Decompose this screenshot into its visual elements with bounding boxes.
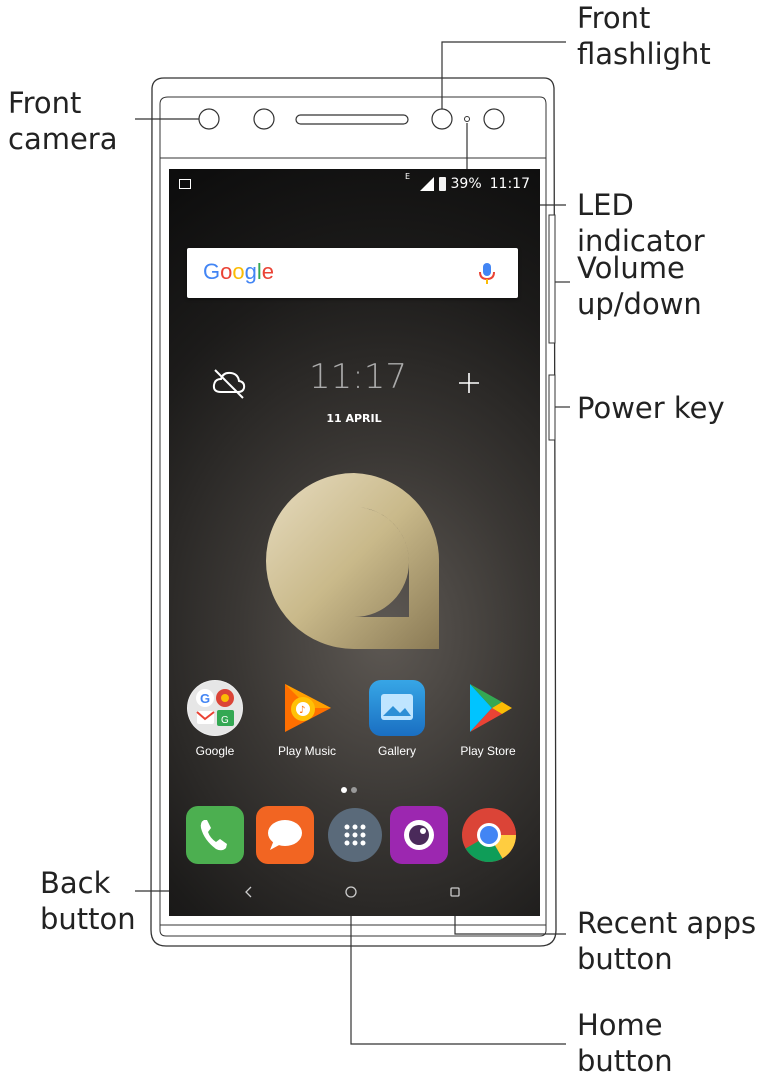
page-dot: [351, 787, 357, 793]
battery-icon: [438, 177, 446, 191]
dock-phone[interactable]: [186, 806, 244, 864]
app-label: Play Store: [460, 744, 516, 758]
back-button-icon[interactable]: [245, 886, 252, 898]
app-play-store[interactable]: Play Store: [448, 680, 528, 758]
camera-icon: [390, 806, 448, 864]
earpiece-speaker: [295, 114, 409, 125]
google-folder-icon: G G: [187, 680, 243, 736]
home-button-icon[interactable]: [345, 886, 357, 898]
phone-icon: [186, 806, 244, 864]
dock-messages[interactable]: [256, 806, 314, 864]
status-time: 11:17: [489, 176, 530, 192]
app-label: Play Music: [277, 744, 336, 758]
volume-key: [548, 214, 556, 344]
callout-recent-apps: Recent apps button: [577, 906, 757, 976]
callout-front-camera: Front camera: [8, 86, 118, 156]
google-logo-letter: o: [232, 259, 245, 284]
brand-logo-mark: [266, 473, 440, 649]
front-flashlight-lens: [431, 108, 453, 130]
callout-back-button: Back button: [40, 866, 136, 936]
app-drawer-icon: [328, 808, 382, 862]
callout-front-flashlight: Front flashlight: [577, 1, 711, 71]
no-weather-icon[interactable]: [209, 364, 249, 404]
google-logo-letter: e: [261, 259, 275, 284]
google-logo-letter: o: [220, 259, 233, 284]
battery-percent: 39%: [450, 176, 482, 192]
google-logo-text: Google: [203, 259, 274, 284]
page-indicator: [341, 787, 357, 793]
svg-text:G: G: [200, 691, 210, 706]
app-google[interactable]: G G Google: [175, 680, 255, 758]
navigation-bar: [169, 877, 540, 916]
status-bar: E 39% 11:17: [169, 169, 540, 199]
network-type: E: [405, 172, 411, 181]
image-notification-icon: [179, 179, 191, 189]
phone-diagram: Front camera Front flashlight LED indica…: [0, 0, 765, 1078]
clock-date: 11 APRIL: [326, 412, 382, 425]
gallery-icon: [369, 680, 425, 736]
app-label: Gallery: [377, 744, 416, 758]
callout-power-key: Power key: [577, 391, 725, 425]
status-right: 39% 11:17: [419, 176, 530, 192]
callout-led-indicator: LED indicator: [577, 188, 705, 258]
mic-icon[interactable]: [474, 260, 500, 286]
chrome-icon: [462, 808, 516, 863]
svg-text:♪: ♪: [299, 705, 305, 716]
google-logo: Google: [203, 259, 274, 285]
recent-apps-button-icon[interactable]: [450, 887, 460, 897]
app-gallery[interactable]: Gallery: [357, 680, 437, 758]
dock-chrome[interactable]: [460, 806, 518, 864]
dock-camera[interactable]: [390, 806, 448, 864]
callout-home-button: Home button: [577, 1008, 673, 1078]
phone-screen: E 39% 11:17 Google 11:17 11 APRIL G G Go…: [169, 169, 540, 916]
proximity-sensor: [253, 108, 275, 130]
dock-app-drawer[interactable]: [326, 806, 384, 864]
google-search-bar[interactable]: Google: [187, 248, 518, 298]
app-play-music[interactable]: ♪ Play Music: [267, 680, 347, 758]
front-camera-lens: [198, 108, 220, 130]
play-music-icon: ♪: [279, 680, 335, 736]
sensor-right: [483, 108, 505, 130]
led-indicator-dot: [464, 116, 470, 122]
app-label: Google: [195, 744, 235, 758]
google-logo-letter: g: [244, 259, 257, 284]
page-dot-active: [341, 787, 347, 793]
signal-icon: [419, 177, 434, 191]
google-logo-letter: G: [203, 259, 221, 284]
svg-text:G: G: [221, 715, 229, 726]
add-widget-icon[interactable]: [457, 371, 481, 395]
messages-icon: [256, 806, 314, 864]
power-key: [548, 374, 556, 441]
callout-volume: Volume up/down: [577, 251, 702, 321]
play-store-icon: [460, 680, 516, 736]
clock-time[interactable]: 11:17: [309, 357, 407, 397]
